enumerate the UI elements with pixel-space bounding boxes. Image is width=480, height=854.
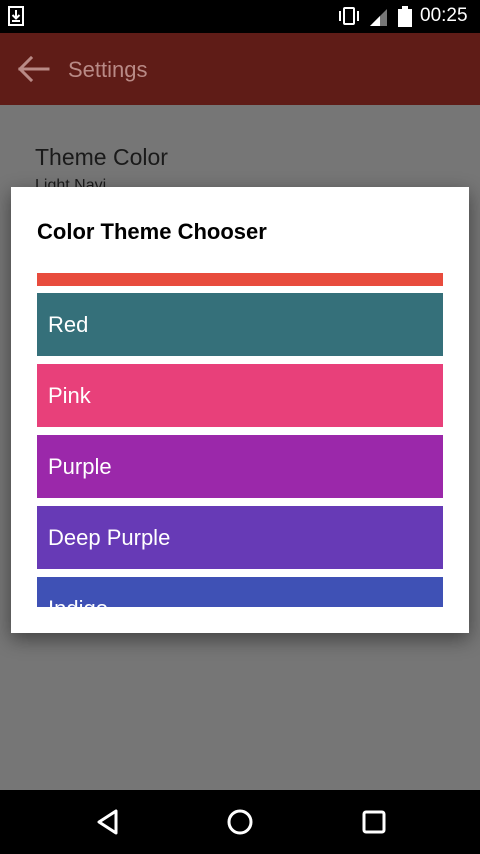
app-bar: Settings: [0, 33, 480, 105]
theme-option-deep-purple[interactable]: Deep Purple: [37, 506, 443, 569]
status-clock: 00:25: [420, 5, 468, 26]
battery-icon: [398, 6, 412, 27]
app-bar-title: Settings: [68, 57, 148, 82]
back-triangle-icon[interactable]: [93, 807, 123, 837]
theme-option-purple[interactable]: Purple: [37, 435, 443, 498]
vibrate-icon: [339, 7, 359, 25]
arrow-back-icon[interactable]: [16, 55, 50, 83]
signal-icon: [370, 9, 387, 26]
navigation-bar: [0, 790, 480, 854]
dialog-title: Color Theme Chooser: [37, 219, 267, 244]
status-bar: 00:25: [0, 0, 480, 33]
recents-square-icon[interactable]: [359, 807, 389, 837]
home-circle-icon[interactable]: [225, 807, 255, 837]
download-icon: [8, 6, 24, 26]
theme-color-setting-title[interactable]: Theme Color: [35, 144, 168, 171]
theme-option-indigo[interactable]: Indigo: [37, 577, 443, 607]
theme-option-red[interactable]: Red: [37, 293, 443, 356]
theme-color-setting-value: Light Navi: [35, 177, 107, 187]
color-theme-dialog: Color Theme Chooser Red Pink Purple Deep…: [11, 187, 469, 633]
theme-option-pink[interactable]: Pink: [37, 364, 443, 427]
theme-list[interactable]: Red Pink Purple Deep Purple Indigo: [37, 273, 443, 607]
previous-theme-strip[interactable]: [37, 273, 443, 286]
